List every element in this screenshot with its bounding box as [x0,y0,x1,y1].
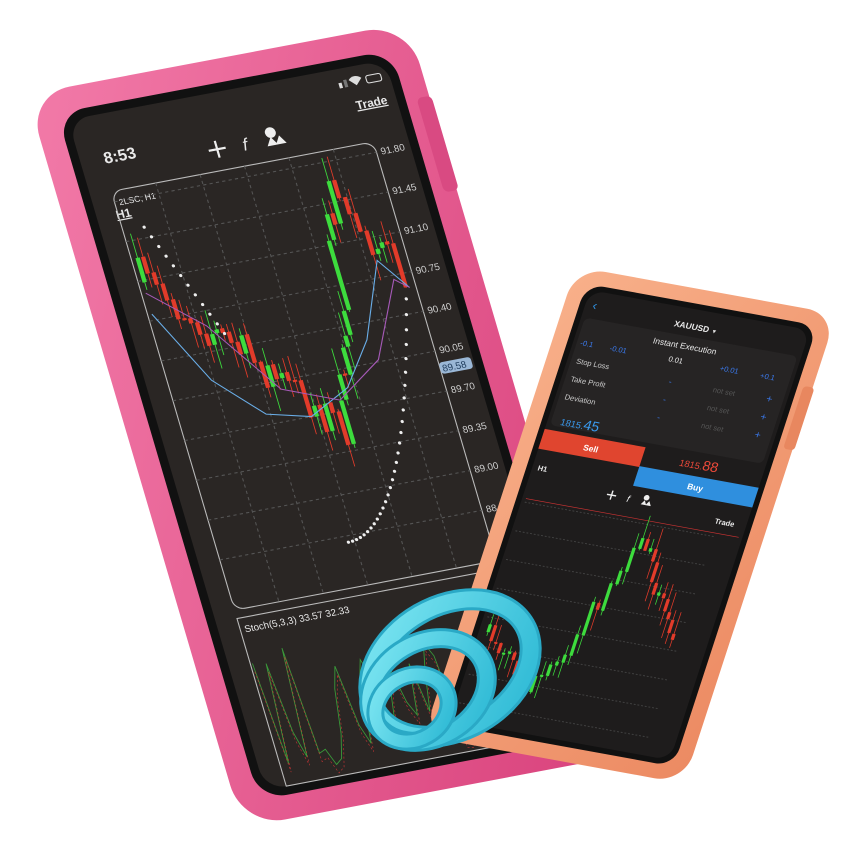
scene: 8:53 f Trade H1 2LSC, H1 91.8091.4591.10… [37,29,829,821]
